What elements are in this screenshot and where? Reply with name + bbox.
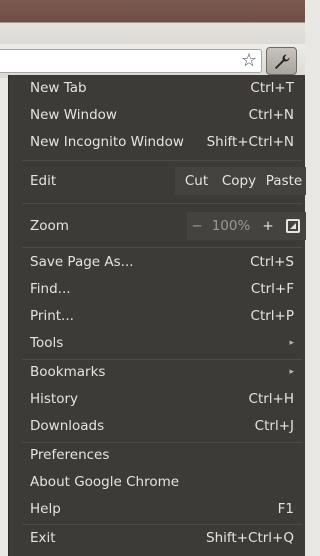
submenu-arrow-icon: ▸: [289, 367, 294, 377]
menu-item-label: New Tab: [30, 80, 87, 96]
menu-item-new-tab[interactable]: New Tab Ctrl+T: [9, 76, 306, 102]
menu-item-shortcut: Ctrl+J: [254, 418, 294, 434]
menu-separator: [22, 160, 302, 161]
menu-item-label: New Window: [30, 107, 117, 123]
menu-item-label: Bookmarks: [30, 364, 106, 380]
omnibox[interactable]: ☆: [0, 49, 262, 73]
menu-item-about-google-chrome[interactable]: About Google Chrome: [9, 470, 306, 496]
menu-item-label: New Incognito Window: [30, 134, 184, 150]
menu-item-downloads[interactable]: Downloads Ctrl+J: [9, 414, 306, 440]
menu-item-save-page-as[interactable]: Save Page As... Ctrl+S: [9, 250, 306, 276]
menu-item-shortcut: Ctrl+H: [248, 391, 294, 407]
wrench-menu-button[interactable]: [266, 47, 297, 75]
menu-item-new-window[interactable]: New Window Ctrl+N: [9, 103, 306, 129]
menu-item-label: Exit: [30, 530, 56, 546]
zoom-in-button[interactable]: +: [257, 212, 279, 240]
menu-separator: [22, 203, 302, 204]
menu-item-tools[interactable]: Tools ▸: [9, 331, 306, 357]
submenu-arrow-icon: ▸: [289, 338, 294, 348]
wrench-icon: [275, 54, 290, 69]
menu-item-label: Edit: [30, 173, 57, 189]
menu-item-label: Zoom: [30, 218, 69, 234]
menu-item-preferences[interactable]: Preferences: [9, 443, 306, 469]
menu-item-shortcut: Shift+Ctrl+Q: [206, 530, 294, 546]
menu-separator: [22, 524, 302, 525]
menu-item-shortcut: Ctrl+T: [250, 80, 294, 96]
menu-item-label: History: [30, 391, 79, 407]
copy-button[interactable]: Copy: [219, 167, 259, 195]
zoom-out-button[interactable]: −: [188, 212, 206, 240]
menu-item-find[interactable]: Find... Ctrl+F: [9, 277, 306, 303]
cut-button[interactable]: Cut: [180, 167, 213, 195]
chrome-menu: New Tab Ctrl+T New Window Ctrl+N New Inc…: [8, 75, 306, 556]
menu-item-print[interactable]: Print... Ctrl+P: [9, 304, 306, 330]
menu-item-label: Help: [30, 501, 61, 517]
menu-item-label: About Google Chrome: [30, 474, 180, 490]
fullscreen-icon[interactable]: [286, 219, 300, 233]
menu-item-label: Save Page As...: [30, 254, 134, 270]
menu-item-shortcut: Shift+Ctrl+N: [206, 134, 294, 150]
menu-item-shortcut: Ctrl+N: [248, 107, 294, 123]
zoom-controls: − 100% +: [187, 212, 306, 240]
paste-button[interactable]: Paste: [263, 167, 305, 195]
window-titlebar: [0, 0, 305, 44]
menu-item-exit[interactable]: Exit Shift+Ctrl+Q: [9, 526, 306, 552]
menu-item-label: Find...: [30, 281, 71, 297]
zoom-level: 100%: [211, 218, 251, 234]
menu-separator: [22, 247, 302, 248]
menu-item-shortcut: Ctrl+S: [250, 254, 294, 270]
menu-item-new-incognito-window[interactable]: New Incognito Window Shift+Ctrl+N: [9, 130, 306, 156]
menu-item-bookmarks[interactable]: Bookmarks ▸: [9, 360, 306, 386]
menu-item-label: Preferences: [30, 447, 110, 463]
menu-item-history[interactable]: History Ctrl+H: [9, 387, 306, 413]
menu-item-label: Print...: [30, 308, 74, 324]
menu-item-label: Downloads: [30, 418, 105, 434]
menu-item-help[interactable]: Help F1: [9, 497, 306, 523]
menu-item-shortcut: F1: [277, 501, 294, 517]
star-icon[interactable]: ☆: [241, 51, 257, 71]
menu-item-shortcut: Ctrl+F: [250, 281, 294, 297]
edit-button-group: Cut Copy Paste: [175, 167, 306, 195]
menu-item-shortcut: Ctrl+P: [250, 308, 294, 324]
menu-item-label: Tools: [30, 335, 64, 351]
